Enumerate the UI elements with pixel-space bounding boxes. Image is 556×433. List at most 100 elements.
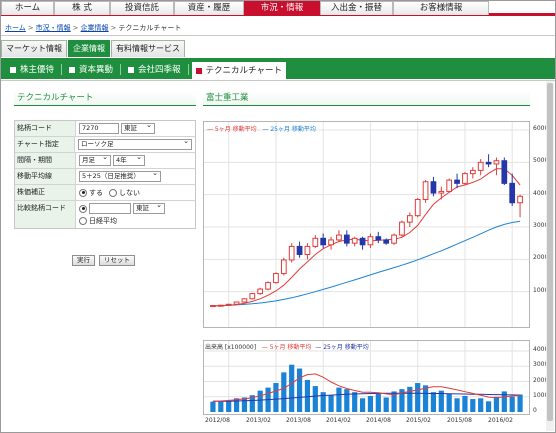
volume-bar xyxy=(304,379,311,412)
menu-divider xyxy=(187,64,189,75)
candle-body xyxy=(296,245,303,255)
tab-company-info[interactable]: 企業情報 xyxy=(68,40,110,57)
compare-code-input[interactable] xyxy=(89,203,131,214)
moving-average-select[interactable]: 5＋25（日足推奨） xyxy=(79,169,161,182)
bullet-icon xyxy=(195,67,202,74)
bullet-icon xyxy=(69,66,76,73)
ma5-line xyxy=(212,168,521,307)
menu-shareholder-benefits[interactable]: 株主優待 xyxy=(6,62,58,77)
legend-ma25: — 25ヶ月 移動平均 xyxy=(262,126,316,133)
x-tick-label: 2013/02 xyxy=(246,417,271,424)
period-label: 間隔・期間 xyxy=(15,153,76,168)
volume-bar xyxy=(226,400,232,412)
breadcrumb-home[interactable]: ホーム xyxy=(5,24,26,32)
breadcrumb: ホーム > 市況・情報 > 企業情報 > テクニカルチャート xyxy=(5,24,182,32)
breadcrumb-current: テクニカルチャート xyxy=(118,24,182,32)
menu-quarterly-report[interactable]: 会社四季報 xyxy=(124,62,185,77)
interval-select[interactable]: 月足 xyxy=(79,153,111,166)
chart-type-select[interactable]: ローソク足 xyxy=(78,137,192,150)
scrollbar[interactable] xyxy=(546,81,554,431)
breadcrumb-company-info[interactable]: 企業情報 xyxy=(81,24,109,32)
compare-market-select[interactable]: 東証 xyxy=(133,201,165,214)
left-section-title: テクニカルチャート xyxy=(14,91,196,106)
code-label: 銘柄コード xyxy=(15,121,76,136)
compare-nikkei-radio[interactable] xyxy=(79,217,87,225)
nav-customer-info[interactable]: お客様情報 xyxy=(393,1,489,15)
form-row-chart: チャート指定 ローソク足 xyxy=(15,137,195,153)
chart-settings-form: 銘柄コード 7270 東証 チャート指定 ローソク足 間隔・期間 月足 4年 移… xyxy=(14,120,196,229)
menu-divider xyxy=(120,64,122,75)
adjust-off-radio[interactable] xyxy=(109,188,117,197)
candle-body xyxy=(233,301,240,305)
candle-body xyxy=(391,234,397,244)
company-menu: 株主優待 資本異動 会社四季報 テクニカルチャート xyxy=(6,62,286,79)
nav-home[interactable]: ホーム xyxy=(1,1,54,15)
candle-body xyxy=(493,160,500,165)
volume-bar xyxy=(454,398,460,412)
candle-body xyxy=(517,195,523,204)
menu-label: 資本異動 xyxy=(79,64,114,75)
legend-ma25-label: 25ヶ月 移動平均 xyxy=(270,126,316,133)
candle-body xyxy=(217,304,224,307)
submit-button[interactable]: 実行 xyxy=(72,255,95,266)
candle-body xyxy=(446,179,453,192)
tab-paid-services[interactable]: 有料情報サービス xyxy=(111,40,185,57)
candle-body xyxy=(485,161,492,165)
company-name-title: 富士重工業 xyxy=(203,91,530,106)
form-row-compare: 比較銘柄コード 東証 日経平均 xyxy=(15,201,195,228)
candle-body xyxy=(477,161,484,171)
volume-bar xyxy=(430,392,437,412)
volume-bar xyxy=(493,396,500,412)
nav-market-info[interactable]: 市況・情報 xyxy=(244,1,320,15)
nav-funds[interactable]: 投資信託 xyxy=(110,1,174,15)
candle-body xyxy=(438,190,445,194)
volume-bar xyxy=(273,383,279,412)
nav-transfer[interactable]: 入出金・振替 xyxy=(320,1,393,15)
menu-label: テクニカルチャート xyxy=(205,65,282,76)
compare-nikkei-label: 日経平均 xyxy=(89,217,117,225)
volume-bar xyxy=(517,394,523,412)
volume-bar xyxy=(509,396,515,412)
menu-label: 会社四季報 xyxy=(138,64,181,75)
candle-body xyxy=(367,236,374,246)
market-select[interactable]: 東証 xyxy=(121,121,155,134)
divider xyxy=(1,35,555,36)
candle-body xyxy=(304,245,311,255)
legend-vol-ma5: — 5ヶ月 移動平均 xyxy=(261,344,312,351)
candle-body xyxy=(383,239,390,244)
compare-code-radio[interactable] xyxy=(79,204,87,213)
adjust-label: 株価補正 xyxy=(15,185,76,200)
adjust-on-radio[interactable] xyxy=(79,188,87,197)
tab-market-info[interactable]: マーケット情報 xyxy=(1,40,67,57)
menu-capital-changes[interactable]: 資本異動 xyxy=(65,62,117,77)
x-tick-label: 2016/02 xyxy=(488,417,513,424)
sub-tabs: マーケット情報 企業情報 有料情報サービス xyxy=(1,40,186,58)
candle-body xyxy=(265,282,271,290)
code-input[interactable]: 7270 xyxy=(79,123,119,134)
candle-body xyxy=(320,237,327,246)
volume-bar xyxy=(375,393,381,412)
volume-bar xyxy=(289,364,295,412)
menu-technical-chart[interactable]: テクニカルチャート xyxy=(191,62,286,79)
candle-body xyxy=(462,173,468,184)
x-tick-label: 2014/02 xyxy=(326,417,351,424)
volume-chart xyxy=(203,340,530,415)
nav-assets[interactable]: 資産・履歴 xyxy=(174,1,244,15)
legend-vol-ma25-label: 25ヶ月 移動平均 xyxy=(323,344,369,351)
volume-bar xyxy=(281,372,287,412)
nav-stocks[interactable]: 株 式 xyxy=(54,1,110,15)
form-row-period: 間隔・期間 月足 4年 xyxy=(15,153,195,169)
adjust-off-label: しない xyxy=(119,188,140,197)
volume-bar xyxy=(312,386,318,412)
candle-body xyxy=(406,215,413,223)
volume-bar xyxy=(478,398,484,412)
x-tick-label: 2015/02 xyxy=(406,417,431,424)
years-select[interactable]: 4年 xyxy=(113,153,145,166)
chart-label: チャート指定 xyxy=(15,137,75,152)
reset-button[interactable]: リセット xyxy=(99,255,135,266)
price-chart-svg xyxy=(204,122,529,327)
divider xyxy=(1,80,555,81)
legend-ma5: — 5ヶ月 移動平均 xyxy=(207,126,257,133)
compare-label: 比較銘柄コード xyxy=(15,201,76,228)
breadcrumb-market-info[interactable]: 市況・情報 xyxy=(36,24,71,32)
